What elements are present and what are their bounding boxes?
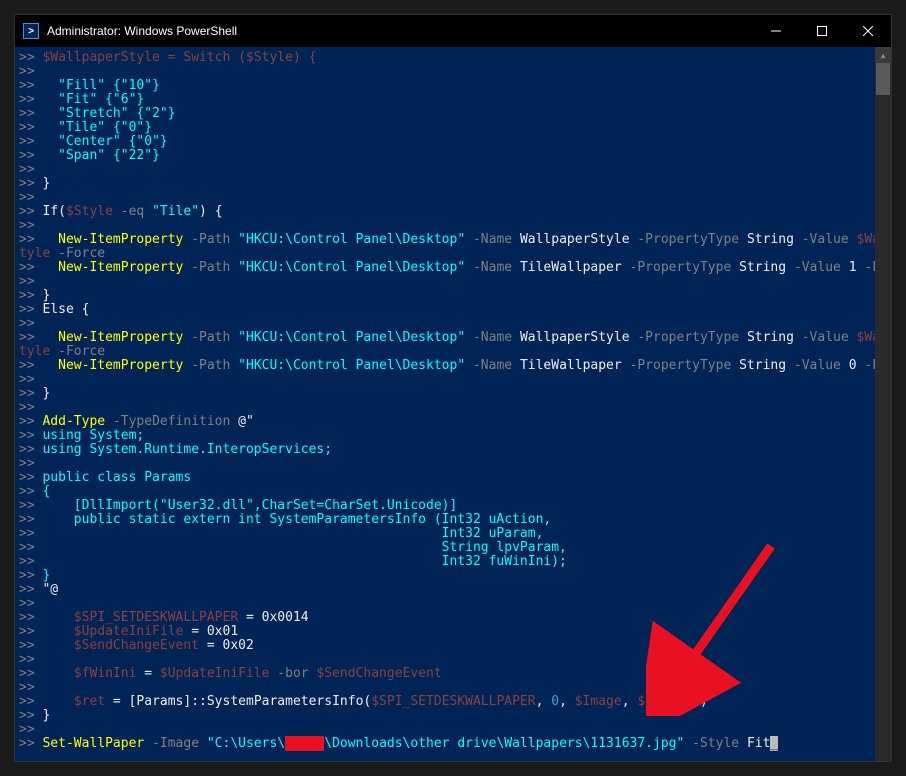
window-title: Administrator: Windows PowerShell (47, 24, 753, 38)
scroll-up-button[interactable]: ▲ (875, 47, 891, 63)
titlebar[interactable]: > Administrator: Windows PowerShell (15, 15, 891, 47)
terminal-content[interactable]: >> $WallpaperStyle = Switch ($Style) { >… (15, 47, 875, 761)
redacted-username (285, 736, 324, 751)
window-control-buttons (753, 15, 891, 47)
scroll-thumb[interactable] (876, 63, 890, 95)
scrollbar[interactable]: ▲ (875, 47, 891, 761)
maximize-button[interactable] (799, 15, 845, 47)
terminal-wrapper: >> $WallpaperStyle = Switch ($Style) { >… (15, 47, 891, 761)
powershell-icon: > (23, 23, 39, 39)
powershell-window: > Administrator: Windows PowerShell >> $… (14, 14, 892, 762)
minimize-button[interactable] (753, 15, 799, 47)
cursor: _ (770, 736, 778, 751)
close-button[interactable] (845, 15, 891, 47)
